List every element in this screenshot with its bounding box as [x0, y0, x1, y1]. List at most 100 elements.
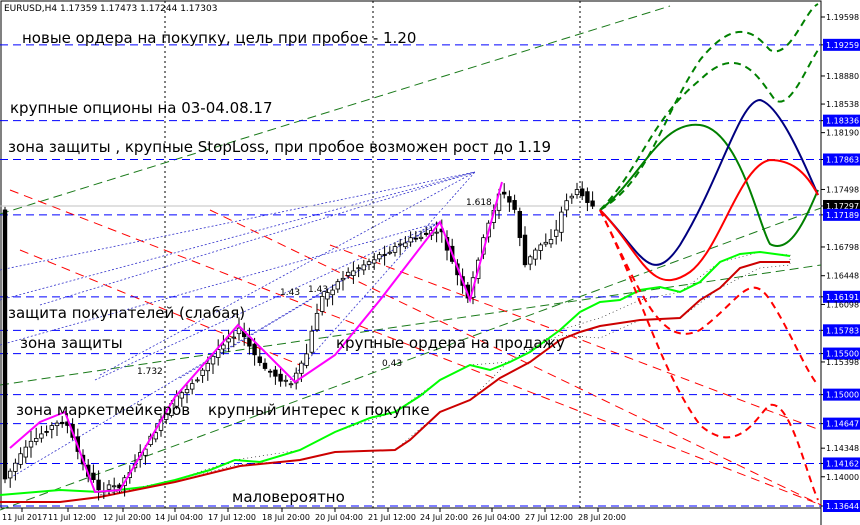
annotation-buy-interest: крупный интерес к покупке [208, 401, 430, 419]
fib-label: 0.43 [382, 359, 402, 369]
candle-body [153, 432, 158, 440]
y-tick-label: 1.14000 [826, 473, 859, 482]
candle-body [314, 312, 320, 331]
fib-label: 1.618 [466, 198, 492, 208]
annotation-buy-orders: новые ордера на покупку, цель при пробое… [22, 29, 416, 47]
candle-body [345, 271, 351, 276]
y-tick-label: 1.17189 [826, 211, 859, 220]
x-tick-label: 24 Jul 20:00 [420, 513, 468, 522]
fib-label: 1.43 [280, 288, 300, 298]
candle-body [236, 327, 242, 335]
annotation-unlikely: маловероятно [232, 488, 345, 506]
x-tick-label: 11 Jul 2017 [2, 513, 47, 522]
candle-body [231, 336, 236, 339]
candle-body [340, 277, 346, 281]
candle-body [2, 209, 8, 480]
y-tick-label: 1.15783 [826, 326, 859, 335]
annotation-zone: зона защиты [20, 334, 123, 352]
x-tick-label: 28 Jul 20:00 [578, 513, 626, 522]
candle-body [501, 191, 507, 195]
candle-body [252, 343, 257, 356]
candle-body [330, 289, 335, 296]
candle-body [96, 479, 101, 491]
fib-label: 1.43 [308, 285, 328, 295]
annotation-buyer-protection: защита покупателей (слабая) [8, 304, 245, 322]
candle-body [39, 433, 44, 439]
fib-label: 1.732 [137, 367, 163, 377]
y-tick-label: 1.17863 [826, 155, 859, 164]
candle-body [106, 484, 112, 490]
candle-body [507, 196, 512, 203]
candle-body [564, 200, 569, 211]
y-tick-label: 1.14348 [826, 444, 859, 453]
time-axis: 11 Jul 2017 11 Jul 12:00 12 Jul 20:00 14 Ju… [2, 508, 626, 522]
annotation-options: крупные опционы на 03-04.08.17 [10, 99, 273, 117]
candle-body [559, 211, 564, 233]
x-tick-label: 18 Jul 20:00 [262, 513, 310, 522]
y-tick-label: 1.18336 [826, 117, 859, 126]
candle-body [569, 195, 574, 199]
y-tick-label: 1.15398 [826, 358, 859, 367]
candle-body [533, 249, 538, 260]
candle-body [18, 453, 23, 465]
y-tick-label: 1.18880 [826, 72, 859, 81]
chart-header: EURUSD,H4 1.17359 1.17473 1.17244 1.1730… [4, 4, 217, 14]
x-tick-label: 26 Jul 04:00 [472, 513, 520, 522]
candle-body [392, 246, 398, 253]
candle-body [91, 472, 96, 481]
candle-body [538, 244, 543, 251]
candle-body [267, 370, 273, 373]
annotation-sell-orders: крупные ордера на продажу [336, 334, 565, 352]
annotation-market-makers: зона маркетмейкеров [16, 401, 190, 419]
x-tick-label: 27 Jul 12:00 [525, 513, 573, 522]
y-tick-label: 1.14162 [826, 459, 859, 468]
x-tick-label: 20 Jul 04:00 [315, 513, 363, 522]
candle-body [387, 251, 392, 254]
candle-body [221, 344, 226, 350]
candle-body [299, 362, 304, 374]
y-tick-label: 1.13644 [826, 502, 859, 511]
candle-body [408, 237, 413, 243]
candle-body [413, 237, 418, 240]
candle-body [366, 261, 372, 265]
candle-body [356, 267, 361, 270]
y-tick-label: 1.15000 [826, 391, 859, 400]
candle-body [200, 369, 205, 376]
candle-body [44, 431, 49, 433]
candle-body [195, 379, 200, 382]
y-tick-label: 1.18190 [826, 129, 859, 138]
candle-body [189, 383, 195, 390]
candle-body [210, 355, 216, 365]
candle-body [309, 330, 314, 353]
candle-body [548, 239, 554, 245]
candle-body [554, 229, 559, 237]
candle-body [371, 259, 377, 264]
candle-body [512, 200, 517, 210]
candle-body [257, 356, 262, 363]
candle-body [283, 379, 288, 382]
candle-body [574, 189, 580, 196]
y-tick-label: 1.16098 [826, 300, 859, 309]
candle-body [418, 236, 424, 239]
candle-body [49, 425, 54, 430]
candle-body [278, 373, 283, 382]
candle-body [179, 392, 184, 399]
candle-body [34, 438, 39, 442]
candle-body [434, 231, 439, 234]
candle-body [590, 200, 595, 207]
candle-body [403, 242, 408, 248]
y-tick-label: 1.14647 [826, 420, 859, 429]
candle-body [288, 383, 294, 386]
candle-body [23, 446, 28, 458]
y-tick-label: 1.19598 [826, 13, 859, 22]
candle-body [7, 470, 13, 479]
x-tick-label: 12 Jul 20:00 [103, 513, 151, 522]
candle-body [215, 349, 221, 358]
candle-body [226, 338, 231, 343]
candle-body [423, 232, 429, 235]
x-tick-label: 21 Jul 12:00 [368, 513, 416, 522]
candle-body [580, 188, 585, 197]
candle-body [361, 264, 366, 271]
price-axis: 1.19598 1.19259 1.18880 1.18538 1.18336 1.181… [821, 13, 860, 512]
candle-body [273, 369, 278, 377]
